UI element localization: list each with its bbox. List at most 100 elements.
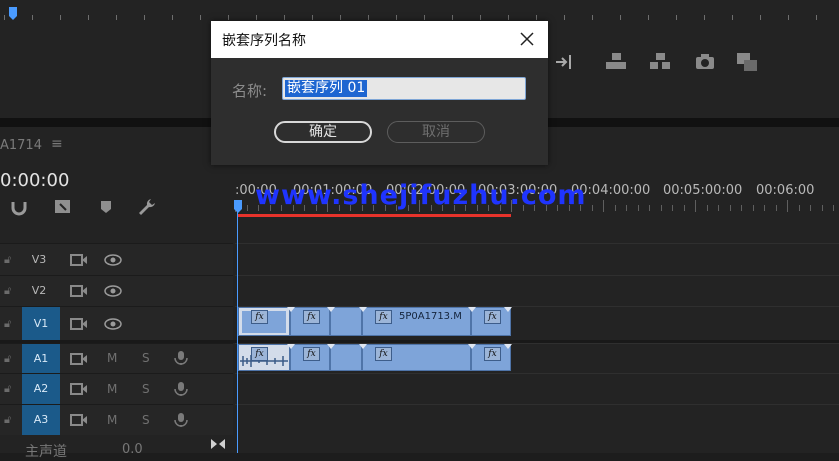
work-area-bar[interactable]	[238, 214, 511, 217]
eye-icon[interactable]	[104, 317, 122, 331]
sync-lock-icon[interactable]	[70, 413, 88, 427]
microphone-icon[interactable]	[172, 382, 190, 396]
linked-selection-icon[interactable]	[52, 196, 74, 218]
ruler-tick	[284, 15, 285, 20]
sync-lock-icon[interactable]	[70, 253, 88, 267]
clip-edge-notch	[359, 344, 367, 349]
fx-badge[interactable]: fx	[303, 347, 320, 361]
video-clip[interactable]: fx 5P0A1713.M	[359, 307, 471, 336]
video-clip[interactable]: fx	[287, 307, 330, 336]
ruler-tick	[480, 15, 481, 20]
lock-icon[interactable]: 🔓︎	[4, 317, 11, 331]
ruler-tick	[732, 15, 733, 20]
fx-badge[interactable]: fx	[375, 310, 392, 324]
mute-button[interactable]: M	[107, 382, 117, 396]
close-icon[interactable]	[512, 24, 542, 54]
ruler-tick	[741, 205, 742, 211]
ruler-tick	[536, 15, 537, 20]
ruler-tick	[676, 15, 677, 20]
lock-icon[interactable]: 🔓︎	[4, 352, 11, 366]
sequence-name-value[interactable]: 嵌套序列 01	[285, 80, 368, 97]
track-v3[interactable]	[235, 243, 839, 275]
ruler-tick	[810, 205, 811, 211]
export-frame-icon[interactable]	[693, 50, 717, 74]
eye-icon[interactable]	[104, 253, 122, 267]
track-label-v2[interactable]: V2	[23, 284, 55, 297]
monitor-playhead-icon[interactable]	[9, 7, 17, 20]
lock-icon[interactable]: 🔓︎	[4, 413, 11, 427]
playhead-line[interactable]	[237, 212, 238, 453]
ruler-tick	[660, 205, 662, 211]
ruler-tick	[672, 205, 673, 211]
sync-lock-icon[interactable]	[70, 317, 88, 331]
go-to-edit-icon[interactable]	[210, 437, 226, 451]
ok-button[interactable]: 确定	[274, 121, 372, 143]
track-label-v3[interactable]: V3	[23, 253, 55, 266]
mute-button[interactable]: M	[107, 351, 117, 365]
sync-lock-icon[interactable]	[70, 382, 88, 396]
master-volume-value[interactable]: 0.0	[122, 442, 143, 457]
fx-badge[interactable]: fx	[251, 310, 268, 324]
track-label-v1[interactable]: V1	[22, 307, 60, 340]
audio-clip[interactable]	[327, 344, 362, 371]
track-header-v2: 🔓︎ V2	[0, 275, 233, 306]
ruler-tick	[718, 205, 719, 211]
panel-menu-icon[interactable]: ≡	[51, 136, 63, 152]
solo-button[interactable]: S	[142, 351, 150, 365]
audio-clip[interactable]: fx	[468, 344, 512, 371]
clip-edge-notch	[468, 344, 476, 349]
solo-button[interactable]: S	[142, 413, 150, 427]
track-label-a3[interactable]: A3	[22, 405, 60, 435]
sequence-tab-name[interactable]: A1714	[0, 138, 42, 153]
sync-lock-icon[interactable]	[70, 284, 88, 298]
lock-icon[interactable]: 🔓︎	[4, 253, 11, 267]
clip-edge-notch	[287, 344, 295, 349]
video-clip[interactable]: fx	[238, 307, 290, 336]
video-clip[interactable]	[327, 307, 362, 336]
timecode-display[interactable]: 0:00:00	[0, 170, 69, 191]
fx-badge[interactable]: fx	[484, 347, 501, 361]
microphone-icon[interactable]	[172, 351, 190, 365]
dialog-title: 嵌套序列名称	[222, 33, 306, 49]
track-a3[interactable]	[235, 404, 839, 435]
fx-badge[interactable]: fx	[251, 347, 268, 361]
ruler-tick	[340, 15, 341, 20]
eye-icon[interactable]	[104, 284, 122, 298]
audio-clip[interactable]: fx	[287, 344, 330, 371]
track-label-a2[interactable]: A2	[22, 374, 60, 404]
insert-icon[interactable]	[552, 50, 576, 74]
fx-badge[interactable]: fx	[303, 310, 320, 324]
ruler-tick	[620, 15, 621, 20]
playhead-icon[interactable]	[234, 200, 242, 213]
lock-icon[interactable]: 🔓︎	[4, 382, 11, 396]
audio-clip[interactable]: fx	[238, 344, 290, 371]
ruler-tick	[32, 15, 33, 20]
extract-icon[interactable]	[648, 50, 672, 74]
lift-icon[interactable]	[604, 50, 628, 74]
solo-button[interactable]: S	[142, 382, 150, 396]
track-a2[interactable]	[235, 373, 839, 404]
ruler-label: 00:05:00:00	[663, 183, 743, 198]
track-label-a1[interactable]: A1	[22, 344, 60, 373]
add-marker-icon[interactable]	[95, 196, 117, 218]
audio-clip[interactable]: fx	[359, 344, 471, 371]
fx-badge[interactable]: fx	[484, 310, 501, 324]
lock-icon[interactable]: 🔓︎	[4, 284, 11, 298]
wrench-icon[interactable]	[136, 196, 158, 218]
ruler-tick	[200, 15, 201, 20]
track-header-v3: 🔓︎ V3	[0, 243, 233, 275]
microphone-icon[interactable]	[172, 413, 190, 427]
cancel-button[interactable]: 取消	[387, 121, 485, 143]
snap-icon[interactable]	[8, 196, 30, 218]
mute-button[interactable]: M	[107, 413, 117, 427]
fx-badge[interactable]: fx	[375, 347, 392, 361]
video-clip[interactable]: fx	[468, 307, 512, 336]
ruler-tick	[312, 15, 313, 20]
ruler-tick	[60, 15, 61, 20]
comparison-view-icon[interactable]	[735, 50, 759, 74]
sync-lock-icon[interactable]	[70, 352, 88, 366]
clip-edge-notch	[504, 307, 512, 312]
ruler-tick	[798, 205, 800, 211]
track-v2[interactable]	[235, 275, 839, 306]
ruler-tick	[683, 205, 685, 211]
